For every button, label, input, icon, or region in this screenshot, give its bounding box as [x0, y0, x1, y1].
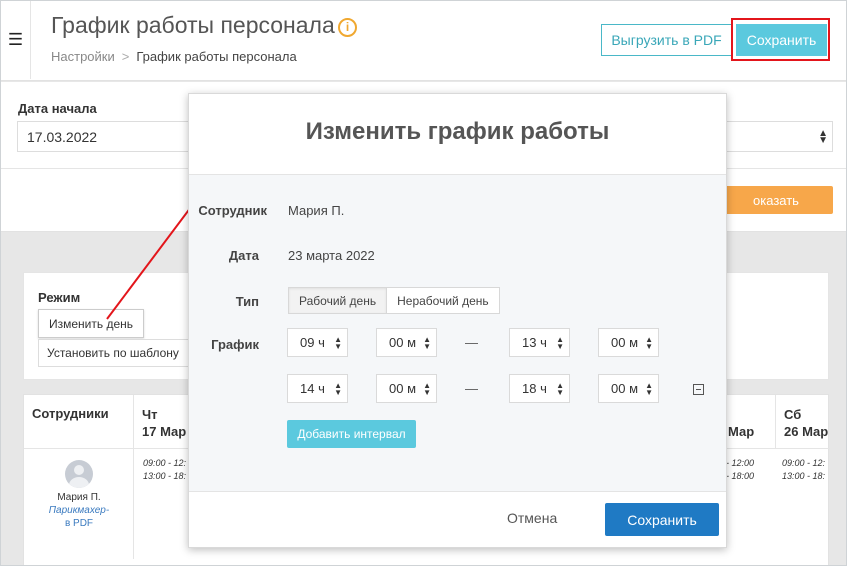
page-title: График работы персонала — [51, 12, 335, 38]
app-frame: ☰ График работы персонала i Настройки > Гр… — [0, 0, 847, 566]
interval-dash: — — [465, 381, 478, 396]
from-minute-value: 00 м — [389, 335, 417, 350]
date-label: Дата — [228, 248, 259, 263]
cancel-button[interactable]: Отмена — [507, 510, 557, 526]
set-template-button[interactable]: Установить по шаблону — [38, 339, 208, 367]
add-interval-button[interactable]: Добавить интервал — [287, 420, 416, 448]
from-minute-select[interactable]: 00 м ▲ ▼ — [376, 328, 437, 357]
employee-pdf-link[interactable]: в PDF — [24, 518, 134, 529]
select-caret-icon: ▲ ▼ — [818, 128, 828, 146]
mode-label: Режим — [38, 290, 81, 305]
select-caret-icon: ▲ ▼ — [334, 335, 342, 351]
select-caret-icon: ▲ ▼ — [423, 335, 431, 351]
from-minute-value: 00 м — [389, 381, 417, 396]
export-pdf-button[interactable]: Выгрузить в PDF — [601, 24, 732, 56]
day-column-header: Сб 26 Мар — [776, 395, 830, 449]
employee-value: Мария П. — [288, 203, 345, 218]
employee-cell: Мария П. Парикмахер- в PDF — [24, 449, 134, 559]
avatar-body — [69, 477, 89, 488]
time-line: 13:00 - 18: — [143, 471, 187, 481]
save-button[interactable]: Сохранить — [736, 24, 827, 56]
to-minute-select[interactable]: 00 м ▲ ▼ — [598, 374, 659, 403]
from-hour-select[interactable]: 14 ч ▲ ▼ — [287, 374, 348, 403]
edit-schedule-modal: Изменить график работы Сотрудник Мария П… — [188, 93, 727, 548]
select-caret-icon: ▲ ▼ — [645, 335, 653, 351]
employee-name: Мария П. — [57, 492, 101, 503]
day-type-toggle: Рабочий день Нерабочий день — [288, 287, 500, 314]
top-bar: ☰ График работы персонала i Настройки > Гр… — [1, 1, 846, 81]
modal-header: Изменить график работы — [189, 94, 726, 175]
employees-column-header: Сотрудники — [24, 395, 134, 449]
interval-dash: — — [465, 335, 478, 350]
day-date: Мар — [728, 424, 755, 439]
start-date-input[interactable]: 17.03.2022 — [17, 121, 217, 152]
avatar-head — [74, 465, 84, 475]
employee-role[interactable]: Парикмахер- — [24, 505, 134, 516]
from-minute-select[interactable]: 00 м ▲ ▼ — [376, 374, 437, 403]
time-cell[interactable]: 09:00 - 12: 13:00 - 18: — [143, 457, 186, 483]
change-day-button[interactable]: Изменить день — [38, 309, 144, 338]
day-name — [728, 406, 775, 423]
time-cell[interactable]: - 12:00 - 18:00 — [726, 457, 754, 483]
modal-title: Изменить график работы — [305, 118, 610, 145]
breadcrumb-settings[interactable]: Настройки — [51, 49, 115, 64]
type-label: Тип — [235, 294, 259, 309]
filter-select[interactable]: ▲ ▼ — [719, 121, 833, 152]
info-icon[interactable]: i — [338, 18, 357, 37]
minus-square-icon[interactable] — [693, 384, 704, 395]
select-caret-icon: ▲ ▼ — [423, 381, 431, 397]
schedule-label: График — [211, 337, 259, 352]
date-value: 23 марта 2022 — [288, 248, 375, 263]
avatar — [65, 460, 93, 488]
to-minute-value: 00 м — [611, 381, 639, 396]
from-hour-select[interactable]: 09 ч ▲ ▼ — [287, 328, 348, 357]
day-name: Сб — [784, 407, 802, 422]
from-hour-value: 09 ч — [300, 335, 325, 350]
show-button[interactable]: оказать — [719, 186, 833, 214]
select-caret-icon: ▲ ▼ — [556, 381, 564, 397]
to-minute-value: 00 м — [611, 335, 639, 350]
time-line: - 12:00 — [726, 458, 755, 468]
time-line: 13:00 - 18: — [782, 471, 826, 481]
dayoff-option[interactable]: Нерабочий день — [387, 288, 499, 313]
select-caret-icon: ▲ ▼ — [556, 335, 564, 351]
to-hour-value: 13 ч — [522, 335, 547, 350]
breadcrumb-current: График работы персонала — [136, 49, 297, 64]
time-line: 09:00 - 12: — [782, 458, 826, 468]
time-line: - 18:00 — [726, 471, 755, 481]
day-date: 26 Мар — [784, 424, 829, 439]
from-hour-value: 14 ч — [300, 381, 325, 396]
select-caret-icon: ▲ ▼ — [334, 381, 342, 397]
modal-save-button[interactable]: Сохранить — [605, 503, 719, 536]
day-column-header: Мар — [720, 395, 776, 449]
to-hour-select[interactable]: 18 ч ▲ ▼ — [509, 374, 570, 403]
breadcrumb-separator: > — [121, 49, 130, 64]
workday-option[interactable]: Рабочий день — [289, 288, 388, 313]
modal-footer: Отмена Сохранить — [189, 491, 726, 547]
select-caret-icon: ▲ ▼ — [645, 381, 653, 397]
to-minute-select[interactable]: 00 м ▲ ▼ — [598, 328, 659, 357]
to-hour-select[interactable]: 13 ч ▲ ▼ — [509, 328, 570, 357]
hamburger-icon[interactable]: ☰ — [1, 1, 31, 79]
time-line: 09:00 - 12: — [143, 458, 187, 468]
start-date-label: Дата начала — [18, 101, 97, 116]
employee-label: Сотрудник — [198, 203, 267, 218]
time-cell[interactable]: 09:00 - 12: 13:00 - 18: — [782, 457, 825, 483]
breadcrumb: Настройки > График работы персонала — [51, 49, 297, 64]
to-hour-value: 18 ч — [522, 381, 547, 396]
